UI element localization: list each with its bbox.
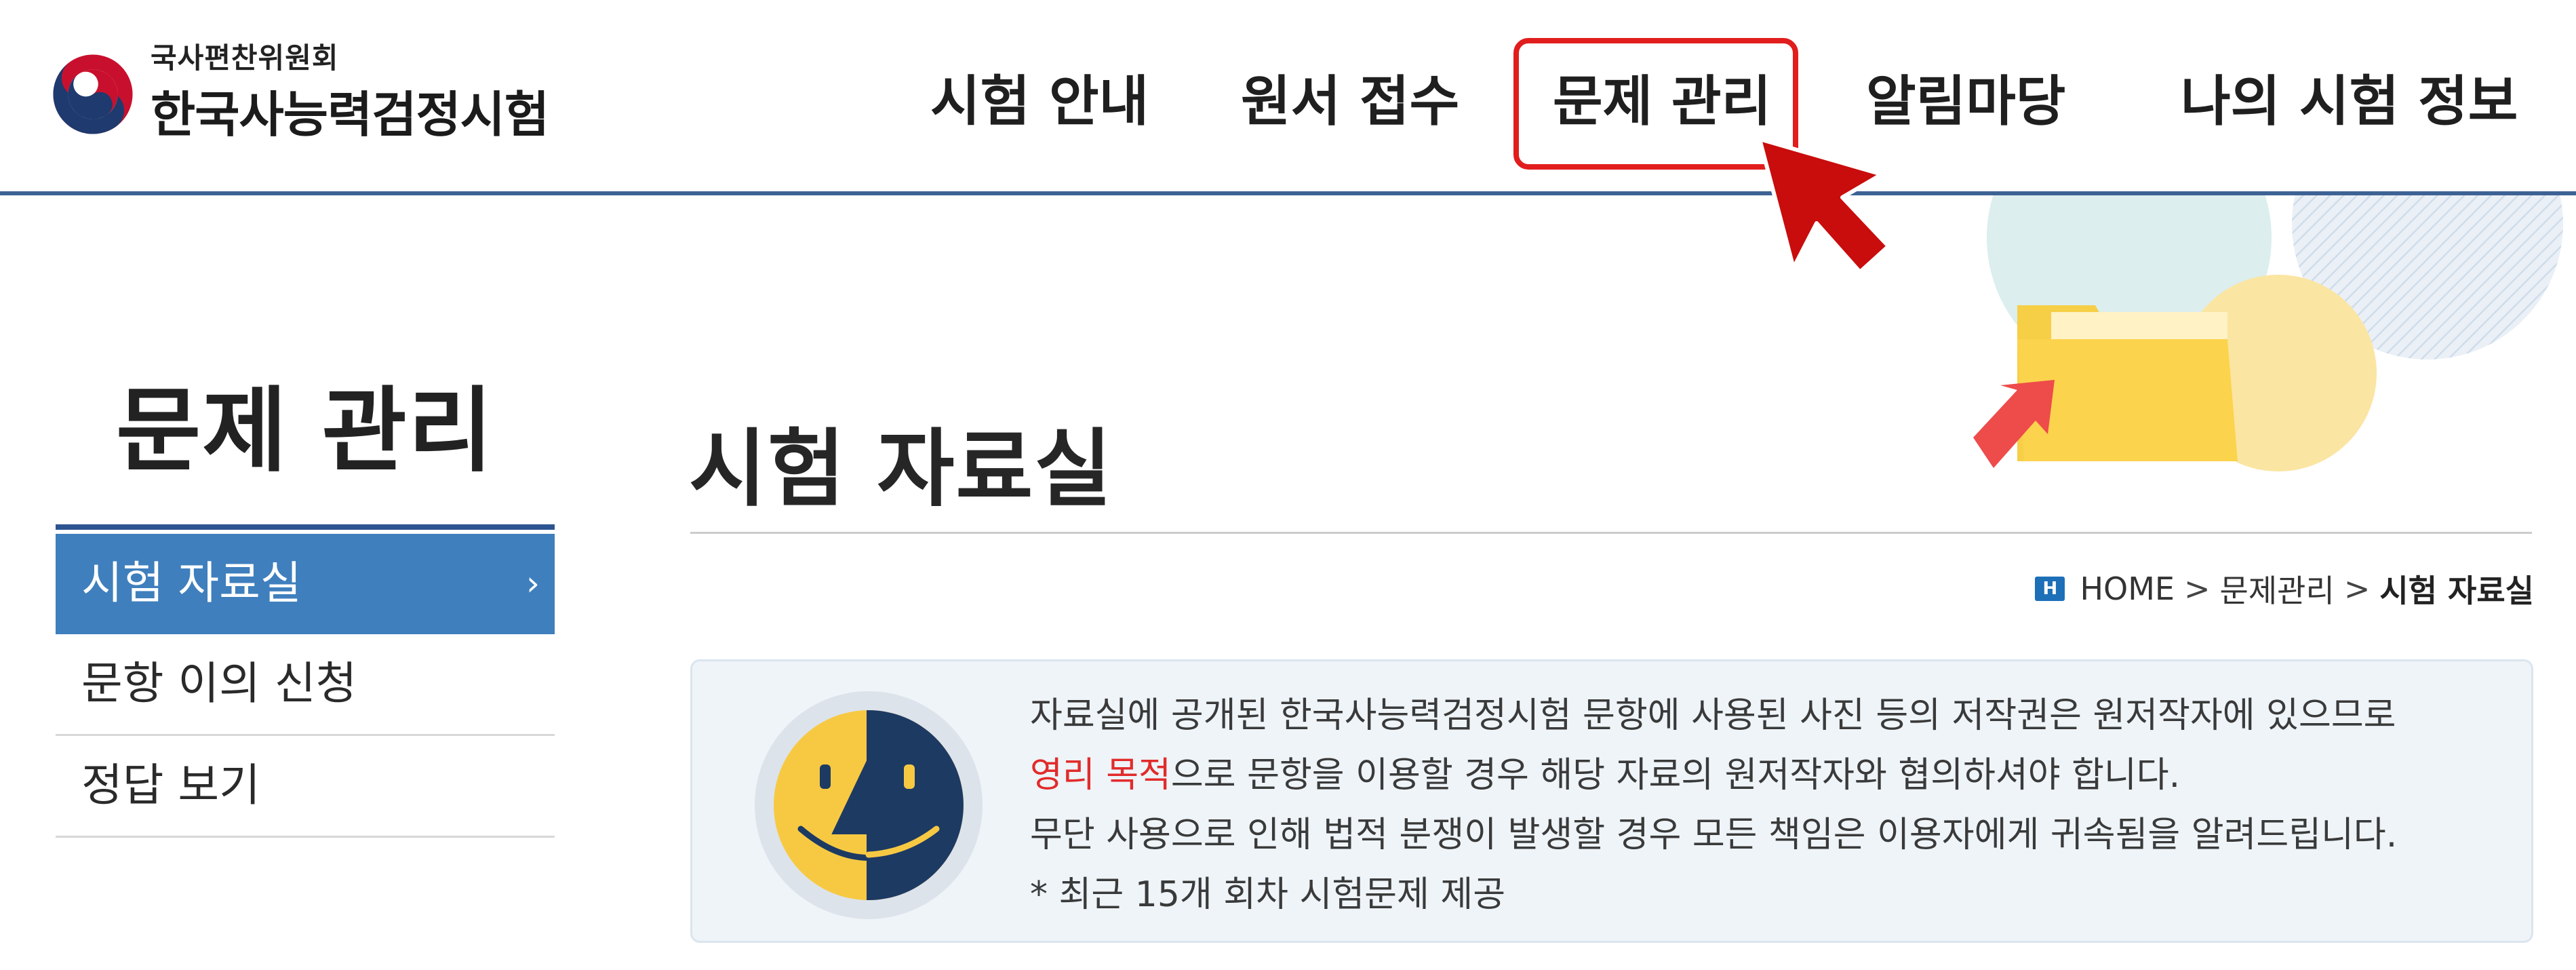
chevron-right-icon: › bbox=[526, 564, 540, 603]
notice-highlight: 영리 목적 bbox=[1030, 755, 1171, 796]
notice-line-2-rest: 으로 문항을 이용할 경우 해당 자료의 원저작자와 협의하셔야 합니다. bbox=[1170, 755, 2181, 796]
breadcrumb-separator: > bbox=[2343, 570, 2371, 607]
breadcrumb-current: 시험 자료실 bbox=[2379, 573, 2534, 609]
breadcrumb-separator: > bbox=[2184, 570, 2211, 607]
notice-line-1: 자료실에 공개된 한국사능력검정시험 문항에 사용된 사진 등의 저작권은 원저… bbox=[1030, 695, 2396, 736]
page-title: 시험 자료실 bbox=[689, 421, 1113, 518]
breadcrumb-home[interactable]: HOME bbox=[2080, 570, 2175, 607]
sidebar-title: 문제 관리 bbox=[116, 378, 494, 485]
notice-line-4: * 최근 15개 회차 시험문제 제공 bbox=[1030, 874, 1506, 915]
sidebar-item-exam-archive[interactable]: 시험 자료실 › bbox=[56, 534, 555, 634]
mouse-pointer-icon bbox=[1758, 137, 1890, 274]
sidebar-item-label: 정답 보기 bbox=[81, 759, 260, 811]
notice-text: 자료실에 공개된 한국사능력검정시험 문항에 사용된 사진 등의 저작권은 원저… bbox=[1030, 686, 2508, 925]
page: 국사편찬위원회 한국사능력검정시험 시험 안내 원서 접수 문제 관리 알림마당… bbox=[0, 0, 2576, 970]
copyright-notice-box: 자료실에 공개된 한국사능력검정시험 문항에 사용된 사진 등의 저작권은 원저… bbox=[690, 659, 2533, 943]
smiley-face-icon bbox=[755, 691, 983, 919]
home-icon: H bbox=[2035, 577, 2065, 601]
notice-line-3: 무단 사용으로 인해 법적 분쟁이 발생할 경우 모든 책임은 이용자에게 귀속… bbox=[1030, 815, 2398, 855]
title-divider bbox=[690, 532, 2532, 534]
sidebar-item-label: 시험 자료실 bbox=[81, 557, 302, 609]
nav-exam-guide[interactable]: 시험 안내 bbox=[930, 68, 1149, 136]
nav-notice-board[interactable]: 알림마당 bbox=[1866, 68, 2065, 136]
nav-application[interactable]: 원서 접수 bbox=[1241, 68, 1459, 136]
sidebar-item-label: 문항 이의 신청 bbox=[81, 657, 357, 710]
global-nav: 시험 안내 원서 접수 문제 관리 알림마당 나의 시험 정보 bbox=[0, 0, 2576, 195]
breadcrumb: H HOME > 문제관리 > 시험 자료실 bbox=[2035, 566, 2534, 611]
sidebar-menu: 시험 자료실 › 문항 이의 신청 정답 보기 bbox=[56, 524, 555, 838]
header: 국사편찬위원회 한국사능력검정시험 시험 안내 원서 접수 문제 관리 알림마당… bbox=[0, 0, 2576, 195]
breadcrumb-section[interactable]: 문제관리 bbox=[2220, 566, 2335, 611]
sidebar-item-view-answers[interactable]: 정답 보기 bbox=[56, 736, 555, 838]
notice-line-2: 영리 목적으로 문항을 이용할 경우 해당 자료의 원저작자와 협의하셔야 합니… bbox=[1030, 745, 2508, 805]
sidebar-item-question-objection[interactable]: 문항 이의 신청 bbox=[56, 634, 555, 736]
nav-my-exam-info[interactable]: 나의 시험 정보 bbox=[2181, 68, 2518, 136]
